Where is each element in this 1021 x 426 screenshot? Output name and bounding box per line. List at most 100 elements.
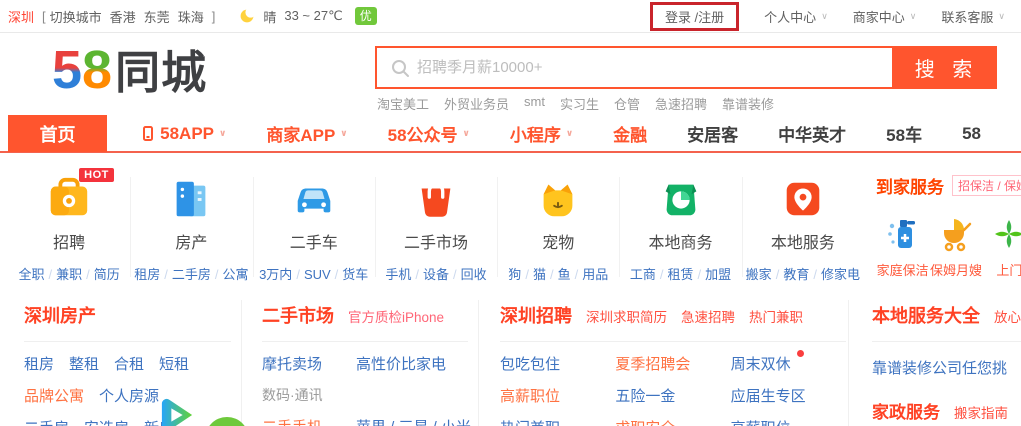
category-sublink[interactable]: 租房 <box>134 267 160 282</box>
category-sublink[interactable]: 加盟 <box>694 267 732 282</box>
nav-item[interactable]: 58 <box>962 124 981 144</box>
login-register-link[interactable]: 登录 /注册 <box>665 10 724 25</box>
category-name[interactable]: 宠物 <box>542 229 574 253</box>
nav-item[interactable]: 金融 <box>613 121 647 146</box>
subsection-subtitle-link[interactable]: 搬家指南 <box>954 402 1008 422</box>
nearby-city-link[interactable]: 东莞 <box>144 7 170 26</box>
category-sublink[interactable]: 猫 <box>521 267 546 282</box>
section-link[interactable]: 二手房 <box>24 417 69 426</box>
nav-item[interactable]: 商家APP ∨ <box>266 121 347 146</box>
category-name[interactable]: 二手市场 <box>404 229 468 253</box>
category-sublink[interactable]: 简历 <box>82 267 120 282</box>
section-subtitle-link[interactable]: 热门兼职 <box>749 306 803 326</box>
section-link[interactable]: 求职安全 <box>615 417 730 426</box>
category-sublink[interactable]: 公寓 <box>211 267 249 282</box>
topbar-menu-item[interactable]: 个人中心 ∨ <box>764 7 828 26</box>
section-title[interactable]: 本地服务大全 <box>872 302 980 328</box>
category-sublink[interactable]: 狗 <box>508 267 521 282</box>
nav-item[interactable]: 小程序 ∨ <box>510 121 573 146</box>
switch-city-link[interactable]: 切换城市 <box>50 7 102 26</box>
section-link[interactable]: 租房 <box>24 353 54 374</box>
nav-item[interactable]: 首页 <box>8 115 108 152</box>
category-pets[interactable]: 宠物 狗猫鱼用品 <box>497 163 619 289</box>
video-play-widget[interactable] <box>158 398 196 426</box>
category-name[interactable]: 本地商务 <box>649 229 713 253</box>
category-market[interactable]: 二手市场 手机设备回收 <box>374 163 497 289</box>
hot-word-link[interactable]: 实习生 <box>560 94 599 113</box>
section-link[interactable]: 高性价比家电 <box>356 353 446 374</box>
section-link[interactable]: 五险一金 <box>615 385 730 406</box>
section-link[interactable]: 高薪职位 <box>731 417 846 426</box>
nav-item[interactable]: 58APP ∨ <box>143 124 226 144</box>
section-link[interactable]: 个人房源 <box>99 385 159 406</box>
category-house[interactable]: 房产 租房二手房公寓 <box>130 163 252 289</box>
category-sublink[interactable]: 设备 <box>411 267 449 282</box>
section-link[interactable]: 应届生专区 <box>731 385 846 406</box>
section-link[interactable]: 周末双休 <box>731 350 846 374</box>
section-link[interactable]: 短租 <box>159 353 189 374</box>
section-link[interactable]: 合租 <box>114 353 144 374</box>
category-sublink[interactable]: 修家电 <box>809 267 860 282</box>
nav-item[interactable]: 中华英才 <box>778 121 846 146</box>
category-sublink[interactable]: 鱼 <box>546 267 571 282</box>
category-services[interactable]: 本地服务 搬家教育修家电 <box>741 163 864 289</box>
hot-word-link[interactable]: smt <box>524 94 545 113</box>
category-name[interactable]: 房产 <box>175 229 207 253</box>
section-link[interactable]: 高薪职位 <box>500 385 615 406</box>
section-title[interactable]: 深圳招聘 <box>500 302 572 328</box>
home-service-item-onsite[interactable]: 上门 <box>983 214 1021 279</box>
category-sublink[interactable]: 用品 <box>571 267 609 282</box>
category-sublink[interactable]: 3万内 <box>259 267 292 282</box>
hot-word-link[interactable]: 外贸业务员 <box>444 94 509 113</box>
category-name[interactable]: 本地服务 <box>771 229 835 253</box>
home-service-title[interactable]: 到家服务 <box>876 173 944 198</box>
section-subtitle-link[interactable]: 深圳求职简历 <box>586 306 667 326</box>
nav-item[interactable]: 58公众号 ∨ <box>388 121 470 146</box>
section-link[interactable]: 苹果 / 三星 / 小米 <box>356 416 471 426</box>
section-link[interactable]: 热门兼职 <box>500 417 615 426</box>
subsection-title[interactable]: 家政服务 <box>872 398 940 423</box>
current-city[interactable]: 深圳 <box>8 7 34 26</box>
category-sublink[interactable]: 全职 <box>18 267 44 282</box>
search-button[interactable]: 搜 索 <box>892 48 995 87</box>
category-sublink[interactable]: 货车 <box>331 267 369 282</box>
category-name[interactable]: 二手车 <box>290 229 338 253</box>
section-subtitle-link[interactable]: 急速招聘 <box>681 306 735 326</box>
nearby-city-link[interactable]: 香港 <box>110 7 136 26</box>
section-link[interactable]: 二手手机 <box>262 416 322 426</box>
topbar-menu-item[interactable]: 联系客服 ∨ <box>941 7 1005 26</box>
category-sublink[interactable]: SUV <box>292 267 330 282</box>
section-link[interactable]: 整租 <box>69 353 99 374</box>
site-logo[interactable]: 5 8 同城 <box>52 36 207 101</box>
topbar-menu-item[interactable]: 商家中心 ∨ <box>853 7 917 26</box>
hot-word-link[interactable]: 淘宝美工 <box>377 94 429 113</box>
section-subtitle-link[interactable]: 官方质检iPhone <box>348 306 444 326</box>
category-sublink[interactable]: 租赁 <box>656 267 694 282</box>
category-recruit[interactable]: HOT 招聘 全职兼职简历 <box>8 163 130 289</box>
section-link[interactable]: 摩托卖场 <box>262 353 322 374</box>
nearby-city-link[interactable]: 珠海 <box>178 7 204 26</box>
hot-word-link[interactable]: 靠谱装修 <box>722 94 774 113</box>
section-link[interactable]: 安选房 <box>84 417 129 426</box>
section-title[interactable]: 二手市场 <box>262 302 334 328</box>
nav-item[interactable]: 安居客 <box>687 121 738 146</box>
category-sublink[interactable]: 回收 <box>449 267 487 282</box>
category-sublink[interactable]: 二手房 <box>160 267 211 282</box>
category-business[interactable]: 本地商务 工商租赁加盟 <box>619 163 741 289</box>
section-link[interactable]: 夏季招聘会 <box>615 353 730 374</box>
section-title[interactable]: 深圳房产 <box>24 302 96 328</box>
nav-item[interactable]: 58车 <box>886 121 922 146</box>
category-sublink[interactable]: 手机 <box>385 267 411 282</box>
hot-word-link[interactable]: 急速招聘 <box>655 94 707 113</box>
category-sublink[interactable]: 兼职 <box>45 267 83 282</box>
section-link[interactable]: 包吃包住 <box>500 353 615 374</box>
section-link[interactable]: 品牌公寓 <box>24 385 84 406</box>
category-car[interactable]: 二手车 3万内SUV货车 <box>252 163 375 289</box>
search-input[interactable] <box>377 48 892 87</box>
category-name[interactable]: 招聘 <box>53 229 85 253</box>
section-link[interactable]: 靠谱装修公司任您挑 <box>872 357 1007 378</box>
category-sublink[interactable]: 教育 <box>772 267 810 282</box>
home-service-item-nanny[interactable]: 保姆月嫂 <box>929 214 982 279</box>
home-service-tag[interactable]: 招保洁 / 保姆 <box>952 175 1021 196</box>
category-sublink[interactable]: 搬家 <box>746 267 772 282</box>
